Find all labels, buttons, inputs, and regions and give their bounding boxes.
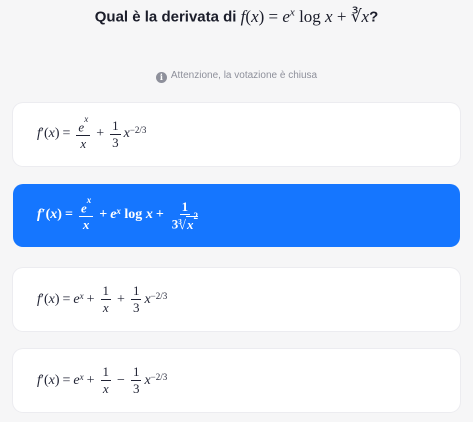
answer-option-2-selected[interactable]: f ′(x) = ex x + e x log x + 1 33√x2 xyxy=(13,184,460,247)
option-formula: f ′(x) = ex x + e x log x + 1 33√x2 xyxy=(37,194,198,232)
answer-option-1[interactable]: f ′(x) = ex x + 1 3 x −2/3 xyxy=(13,103,460,166)
notice-text: Attenzione, la votazione è chiusa xyxy=(170,70,318,81)
answer-option-3[interactable]: f ′(x) = e x + 1x + 1 3 x −2/3 xyxy=(13,268,460,331)
option-formula: f ′(x) = e x + 1x − 1 3 x −2/3 xyxy=(37,364,168,396)
option-formula: f ′(x) = ex x + 1 3 x −2/3 xyxy=(37,113,147,151)
question-function: f(x) = ex log x + ∛x xyxy=(240,6,370,26)
voting-closed-notice: i Attenzione, la votazione è chiusa xyxy=(0,70,473,83)
question-prefix: Qual è la derivata di xyxy=(94,8,237,26)
info-icon: i xyxy=(155,72,167,83)
option-formula: f ′(x) = e x + 1x + 1 3 x −2/3 xyxy=(37,283,168,315)
answer-option-4[interactable]: f ′(x) = e x + 1x − 1 3 x −2/3 xyxy=(13,349,460,412)
question-suffix: ? xyxy=(369,8,379,26)
question-title: Qual è la derivata di f(x) = ex log x + … xyxy=(0,6,473,27)
